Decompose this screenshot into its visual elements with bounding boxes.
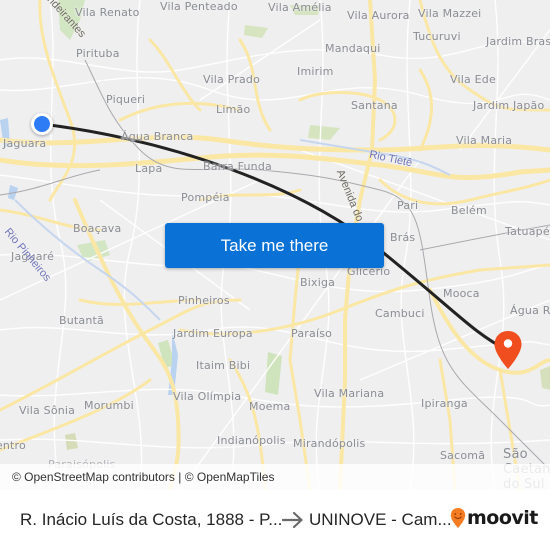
place-label: Pirituba	[76, 47, 120, 60]
origin-name: R. Inácio Luís da Costa, 1888 - P...	[20, 510, 283, 529]
origin-marker[interactable]	[31, 113, 53, 135]
place-label: Jardim Japão	[473, 99, 545, 112]
place-label: Paraíso	[291, 327, 333, 340]
place-label: Tatuapé	[505, 225, 550, 238]
place-label: Bixiga	[300, 276, 336, 289]
place-label: Imirim	[297, 65, 334, 78]
place-label: Jardim Europa	[173, 327, 253, 340]
place-label: Mandaqui	[325, 42, 381, 55]
place-label: Lapa	[135, 162, 163, 175]
place-label: Vila Mazzei	[418, 7, 482, 20]
place-label: Pompéia	[181, 191, 230, 204]
place-label: Vila Prado	[203, 73, 261, 86]
place-label: Brás	[390, 231, 416, 244]
place-label: Vila Mariana	[314, 387, 385, 400]
place-label: Vila Penteado	[160, 0, 238, 13]
place-label: Pinheiros	[178, 294, 230, 307]
place-label: Vila Amélia	[268, 1, 332, 14]
place-label: Água Branca	[121, 130, 194, 143]
take-me-there-button[interactable]: Take me there	[165, 223, 384, 268]
place-label: Piqueri	[106, 93, 146, 106]
place-label: Vila Maria	[456, 134, 513, 147]
arrow-right-icon	[282, 511, 303, 529]
place-label: Indianópolis	[217, 434, 286, 447]
place-label: Mirandópolis	[293, 437, 366, 450]
map-attribution[interactable]: © OpenStreetMap contributors | © OpenMap…	[0, 464, 550, 490]
place-label: Mooca	[443, 287, 480, 300]
place-label: Vila Renato	[75, 6, 140, 19]
place-label: Vila Olímpia	[173, 390, 242, 403]
place-label: Moema	[249, 400, 291, 413]
place-label: Tucuruvi	[413, 30, 461, 43]
destination-name: UNINOVE - Cam...	[309, 510, 452, 529]
place-label: Butantã	[59, 314, 104, 327]
place-label: Jardim Brasil	[486, 35, 550, 48]
place-label: Ipiranga	[421, 397, 468, 410]
place-label: Barra Funda	[203, 160, 272, 173]
place-label: Morumbi	[84, 399, 134, 412]
place-label: Centro	[0, 439, 26, 452]
map-view[interactable]: Vila Renato Vila Penteado Vila Amélia Vi…	[0, 0, 550, 490]
route-footer: R. Inácio Luís da Costa, 1888 - P... UNI…	[0, 490, 550, 550]
moovit-pin-icon	[450, 508, 466, 528]
place-label: Cambuci	[375, 307, 425, 320]
place-label: Pari	[397, 199, 419, 212]
place-label: Água Rasa	[510, 304, 550, 317]
place-label: Jaguara	[3, 137, 47, 150]
place-label: Belém	[451, 204, 487, 217]
place-label: Limão	[216, 103, 251, 116]
moovit-wordmark: moovit	[467, 507, 538, 529]
moovit-logo[interactable]: moovit	[450, 507, 538, 529]
place-label: Vila Ede	[450, 73, 496, 86]
place-label: Boaçava	[73, 222, 122, 235]
place-label: Vila Sônia	[19, 404, 76, 417]
place-label: Vila Aurora	[347, 9, 410, 22]
destination-pin-icon[interactable]	[493, 330, 523, 370]
place-label: Sacomã	[440, 449, 486, 462]
place-label: Itaim Bibi	[196, 359, 251, 372]
place-label: Santana	[351, 99, 398, 112]
